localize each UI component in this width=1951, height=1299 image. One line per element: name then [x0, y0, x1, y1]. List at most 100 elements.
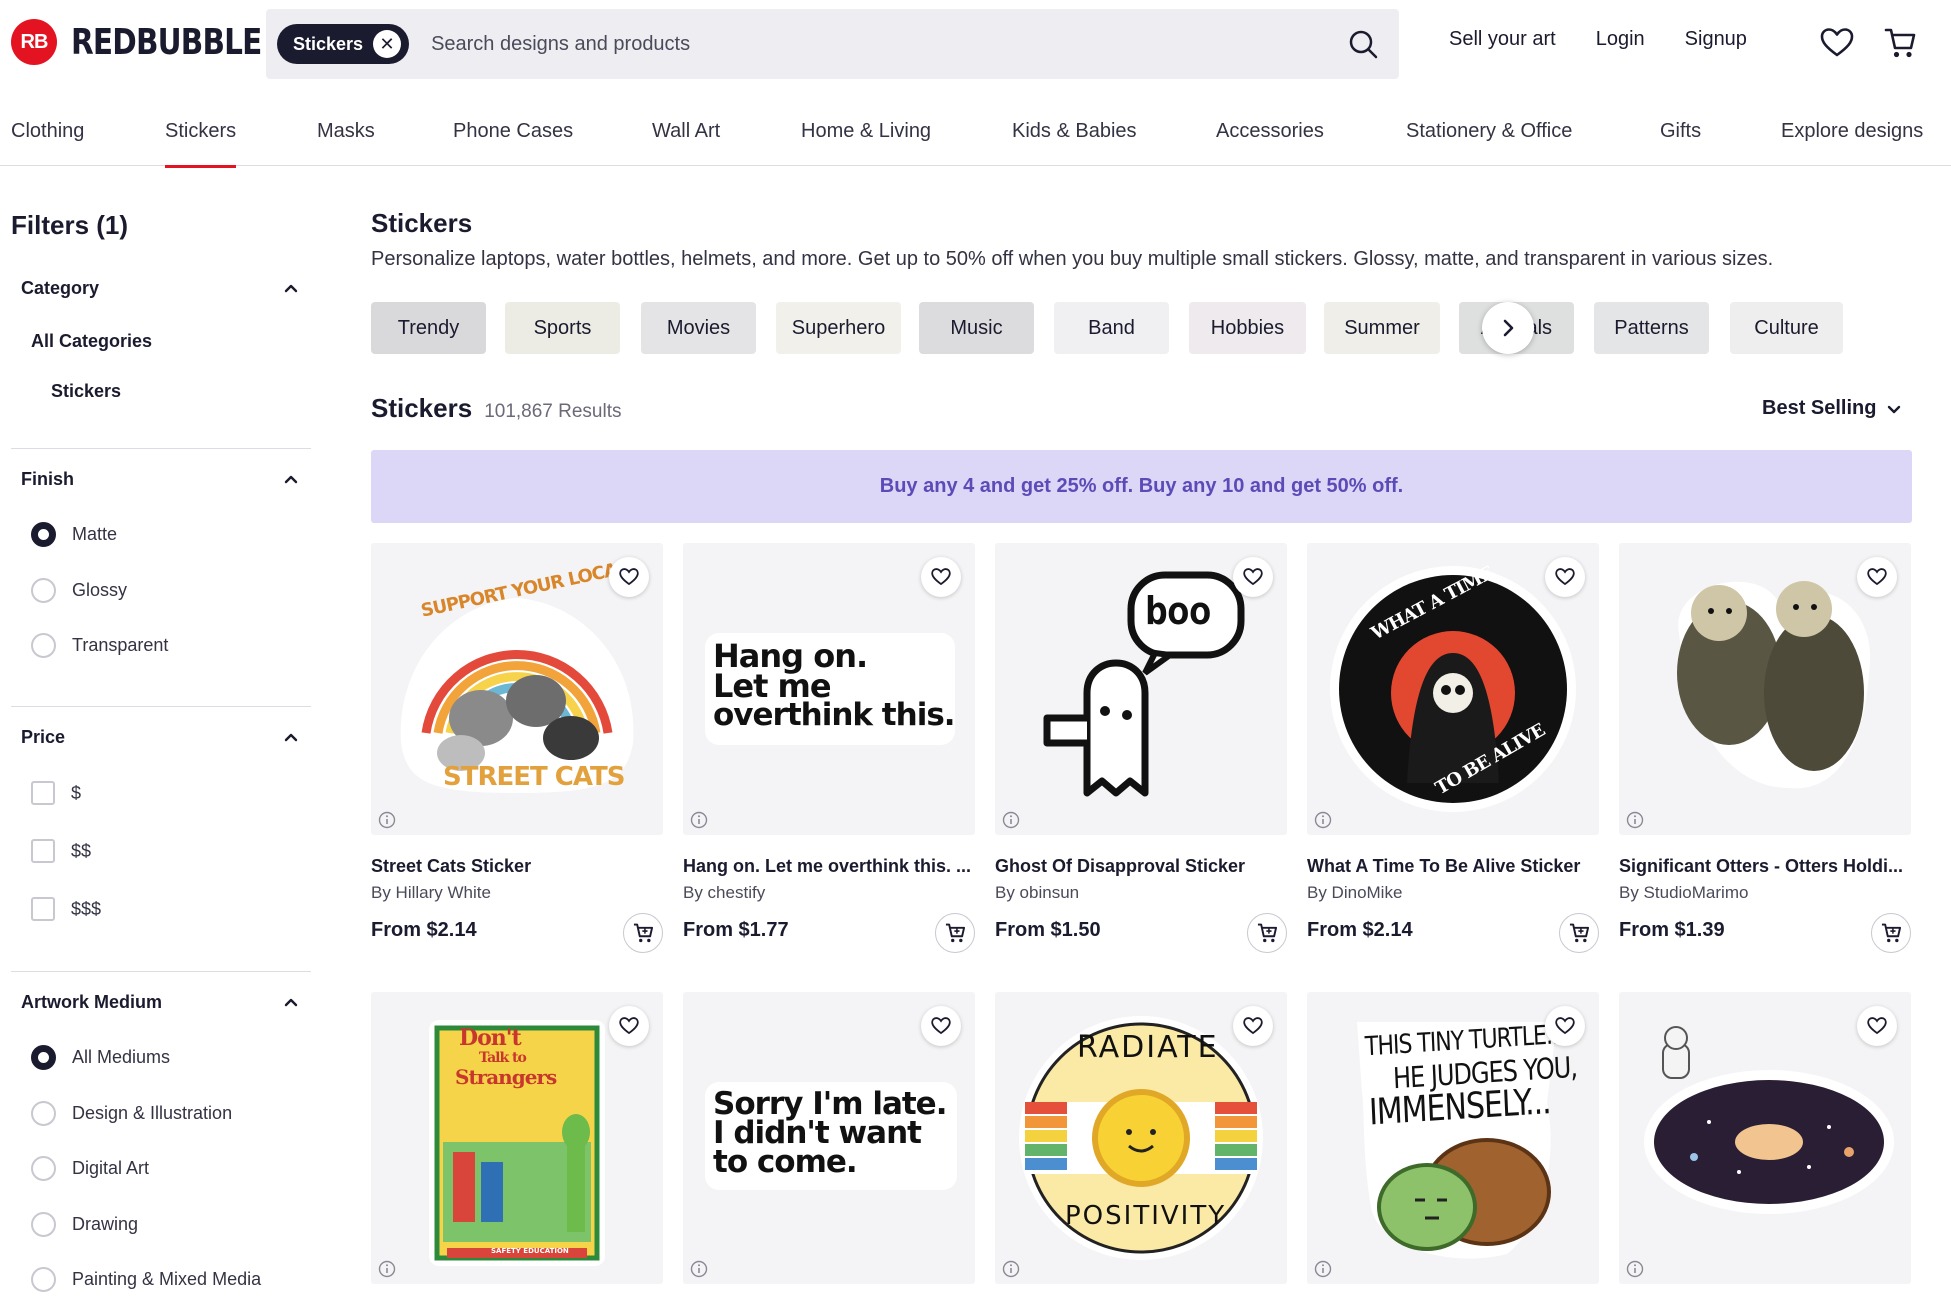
nav-home-living[interactable]: Home & Living [801, 120, 931, 143]
product-card[interactable]: SUPPORT YOUR LOCAL STREET CATS Street Ca… [371, 543, 663, 953]
favorite-button[interactable] [1233, 557, 1273, 597]
nav-clothing[interactable]: Clothing [11, 120, 84, 143]
product-card[interactable]: Significant Otters - Otters Holdi... By … [1619, 543, 1911, 953]
favorite-button[interactable] [1233, 1006, 1273, 1046]
info-icon[interactable] [1314, 811, 1332, 829]
favorite-button[interactable] [921, 557, 961, 597]
product-artist[interactable]: By Hillary White [371, 883, 491, 903]
product-card[interactable]: Don't Talk to Strangers SAFETY EDUCATION [371, 992, 663, 1284]
add-to-cart-button[interactable] [1247, 913, 1287, 953]
product-title[interactable]: Hang on. Let me overthink this. ... [683, 856, 975, 877]
product-card[interactable] [1619, 992, 1911, 1284]
nav-masks[interactable]: Masks [317, 120, 375, 143]
nav-accessories[interactable]: Accessories [1216, 120, 1324, 143]
medium-option-digital[interactable]: Digital Art [31, 1156, 149, 1181]
product-title[interactable]: Significant Otters - Otters Holdi... [1619, 856, 1911, 877]
product-card[interactable]: Sorry I'm late. I didn't want to come. [683, 992, 975, 1284]
product-artist[interactable]: By chestify [683, 883, 765, 903]
login-link[interactable]: Login [1596, 28, 1645, 51]
info-icon[interactable] [1314, 1260, 1332, 1278]
radio[interactable] [31, 1101, 56, 1126]
sell-your-art-link[interactable]: Sell your art [1449, 28, 1556, 51]
tag-summer[interactable]: Summer [1324, 302, 1440, 354]
product-image[interactable]: SUPPORT YOUR LOCAL STREET CATS [371, 543, 663, 835]
heart-icon[interactable] [1820, 26, 1854, 60]
radio[interactable] [31, 1267, 56, 1292]
price-option-low[interactable]: $ [31, 781, 81, 805]
medium-option-all[interactable]: All Mediums [31, 1045, 170, 1070]
favorite-button[interactable] [921, 1006, 961, 1046]
product-image[interactable] [1619, 992, 1911, 1284]
chevron-up-icon[interactable] [281, 278, 301, 298]
add-to-cart-button[interactable] [623, 913, 663, 953]
info-icon[interactable] [1626, 1260, 1644, 1278]
checkbox[interactable] [31, 897, 55, 921]
checkbox[interactable] [31, 839, 55, 863]
sort-dropdown[interactable]: Best Selling [1762, 397, 1902, 420]
checkbox[interactable] [31, 781, 55, 805]
search-input[interactable] [431, 32, 1399, 56]
nav-stickers[interactable]: Stickers [165, 120, 237, 168]
price-filter-header[interactable]: Price [21, 727, 301, 748]
category-all[interactable]: All Categories [31, 331, 152, 352]
product-image[interactable] [1619, 543, 1911, 835]
radio-selected[interactable] [31, 522, 56, 547]
tag-movies[interactable]: Movies [641, 302, 756, 354]
product-card[interactable]: boo Ghost Of Disapproval Sticker By obin… [995, 543, 1287, 953]
price-option-mid[interactable]: $$ [31, 839, 91, 863]
tag-patterns[interactable]: Patterns [1594, 302, 1709, 354]
favorite-button[interactable] [609, 1006, 649, 1046]
medium-option-drawing[interactable]: Drawing [31, 1212, 138, 1237]
radio[interactable] [31, 578, 56, 603]
nav-gifts[interactable]: Gifts [1660, 120, 1701, 143]
info-icon[interactable] [1002, 1260, 1020, 1278]
tag-hobbies[interactable]: Hobbies [1189, 302, 1306, 354]
add-to-cart-button[interactable] [1871, 913, 1911, 953]
favorite-button[interactable] [609, 557, 649, 597]
info-icon[interactable] [1002, 811, 1020, 829]
product-image[interactable]: Sorry I'm late. I didn't want to come. [683, 992, 975, 1284]
info-icon[interactable] [378, 811, 396, 829]
finish-filter-header[interactable]: Finish [21, 469, 301, 490]
product-title[interactable]: Ghost Of Disapproval Sticker [995, 856, 1287, 877]
tag-music[interactable]: Music [919, 302, 1034, 354]
chevron-up-icon[interactable] [281, 727, 301, 747]
radio[interactable] [31, 1212, 56, 1237]
chevron-up-icon[interactable] [281, 469, 301, 489]
tag-carousel-next-button[interactable] [1482, 302, 1534, 354]
finish-option-glossy[interactable]: Glossy [31, 578, 127, 603]
product-card[interactable]: Hang on. Let me overthink this. Hang on.… [683, 543, 975, 953]
chevron-up-icon[interactable] [281, 992, 301, 1012]
product-image[interactable]: WHAT A TIME TO BE ALIVE [1307, 543, 1599, 835]
nav-stationery-office[interactable]: Stationery & Office [1406, 120, 1572, 143]
add-to-cart-button[interactable] [1559, 913, 1599, 953]
finish-option-transparent[interactable]: Transparent [31, 633, 168, 658]
tag-sports[interactable]: Sports [505, 302, 620, 354]
tag-culture[interactable]: Culture [1730, 302, 1843, 354]
category-stickers[interactable]: Stickers [51, 381, 121, 402]
product-image[interactable]: Don't Talk to Strangers SAFETY EDUCATION [371, 992, 663, 1284]
product-card[interactable]: WHAT A TIME TO BE ALIVE What A Time To B… [1307, 543, 1599, 953]
tag-band[interactable]: Band [1054, 302, 1169, 354]
redbubble-logo[interactable]: RB REDBUBBLE [11, 19, 303, 65]
price-option-high[interactable]: $$$ [31, 897, 101, 921]
search-filter-chip[interactable]: Stickers ✕ [277, 24, 410, 64]
radio-selected[interactable] [31, 1045, 56, 1070]
finish-option-matte[interactable]: Matte [31, 522, 117, 547]
nav-phone-cases[interactable]: Phone Cases [453, 120, 573, 143]
category-filter-header[interactable]: Category [21, 278, 301, 299]
product-image[interactable]: THIS TINY TURTLE... HE JUDGES YOU, IMMEN… [1307, 992, 1599, 1284]
radio[interactable] [31, 1156, 56, 1181]
nav-wall-art[interactable]: Wall Art [652, 120, 720, 143]
medium-filter-header[interactable]: Artwork Medium [21, 992, 301, 1013]
product-artist[interactable]: By StudioMarimo [1619, 883, 1748, 903]
nav-kids-babies[interactable]: Kids & Babies [1012, 120, 1137, 143]
product-title[interactable]: Street Cats Sticker [371, 856, 663, 877]
favorite-button[interactable] [1857, 1006, 1897, 1046]
nav-explore-designs[interactable]: Explore designs [1781, 120, 1923, 143]
search-icon[interactable] [1347, 28, 1379, 60]
product-image[interactable]: Hang on. Let me overthink this. [683, 543, 975, 835]
info-icon[interactable] [690, 1260, 708, 1278]
close-icon[interactable]: ✕ [373, 30, 402, 58]
medium-option-painting[interactable]: Painting & Mixed Media [31, 1267, 261, 1292]
